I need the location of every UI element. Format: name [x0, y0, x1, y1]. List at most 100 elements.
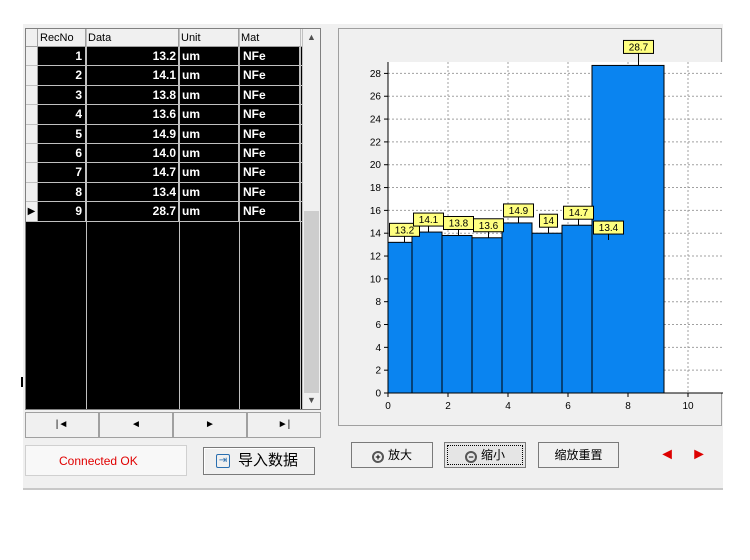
- table-row[interactable]: 5 14.9 um NFe: [26, 124, 304, 144]
- recno-cell[interactable]: 8: [38, 182, 86, 202]
- data-cell[interactable]: 13.2: [86, 47, 179, 66]
- mat-cell[interactable]: NFe: [239, 66, 300, 85]
- zoom-reset-button[interactable]: 缩放重置: [538, 442, 619, 468]
- table-row[interactable]: 4 13.6 um NFe: [26, 105, 304, 125]
- data-cell[interactable]: 13.4: [86, 182, 179, 202]
- data-cell[interactable]: 13.8: [86, 85, 179, 105]
- data-label: 28.7: [629, 42, 649, 53]
- recno-cell[interactable]: 5: [38, 124, 86, 143]
- y-tick-label: 16: [370, 206, 382, 217]
- x-tick-label: 8: [625, 401, 631, 412]
- y-tick-label: 18: [370, 183, 382, 194]
- unit-cell[interactable]: um: [179, 124, 239, 143]
- table-row[interactable]: ▶ 9 28.7 um NFe: [26, 202, 304, 222]
- prev-record-button[interactable]: ◄: [99, 412, 173, 438]
- import-data-label: 导入数据: [238, 452, 299, 469]
- red-left-arrow-icon[interactable]: ◄: [656, 445, 678, 467]
- chart-bar: [471, 237, 503, 394]
- unit-cell[interactable]: um: [179, 66, 239, 85]
- x-tick-label: 4: [505, 401, 511, 412]
- recno-cell[interactable]: 3: [38, 85, 86, 105]
- vertical-scrollbar[interactable]: ▲ ▼: [302, 29, 320, 409]
- chart-bar: [531, 232, 563, 394]
- table-row[interactable]: 2 14.1 um NFe: [26, 66, 304, 86]
- mat-cell[interactable]: NFe: [239, 105, 300, 124]
- scrollbar-thumb[interactable]: [304, 211, 319, 393]
- unit-cell[interactable]: um: [179, 47, 239, 66]
- y-tick-label: 24: [370, 115, 382, 126]
- header-recno[interactable]: RecNo: [38, 29, 86, 47]
- table-row[interactable]: 6 14.0 um NFe: [26, 143, 304, 164]
- y-tick-label: 2: [375, 366, 381, 377]
- scroll-down-icon[interactable]: ▼: [303, 392, 320, 409]
- data-label: 14.1: [419, 215, 439, 226]
- unit-cell[interactable]: um: [179, 202, 239, 221]
- zoom-out-button[interactable]: − 缩小: [444, 442, 526, 468]
- chart-bar: [441, 234, 473, 394]
- zoom-out-label: 缩小: [480, 448, 505, 462]
- data-label: 13.6: [479, 221, 499, 232]
- recno-cell[interactable]: 4: [38, 105, 86, 124]
- unit-cell[interactable]: um: [179, 143, 239, 163]
- mat-cell[interactable]: NFe: [239, 124, 300, 143]
- table-row[interactable]: 3 13.8 um NFe: [26, 85, 304, 106]
- data-cell[interactable]: 14.9: [86, 124, 179, 143]
- data-grid[interactable]: RecNo Data Unit Mat 1 13.2 um NFe 2 14.1 um NFe…: [25, 28, 321, 410]
- unit-cell[interactable]: um: [179, 85, 239, 105]
- row-indicator[interactable]: [26, 66, 38, 85]
- table-row[interactable]: 7 14.7 um NFe: [26, 163, 304, 183]
- row-indicator[interactable]: [26, 163, 38, 182]
- histogram-chart[interactable]: 024681012141618202224262802468101213.214…: [339, 29, 750, 427]
- row-indicator[interactable]: [26, 143, 38, 163]
- unit-cell[interactable]: um: [179, 105, 239, 124]
- row-indicator[interactable]: [26, 182, 38, 202]
- header-mat[interactable]: Mat: [239, 29, 304, 47]
- recno-cell[interactable]: 1: [38, 47, 86, 66]
- x-tick-label: 0: [385, 401, 391, 412]
- y-tick-label: 22: [370, 137, 382, 148]
- zoom-in-icon: +: [371, 451, 384, 463]
- recno-cell[interactable]: 6: [38, 143, 86, 163]
- first-record-button[interactable]: |◄: [25, 412, 99, 438]
- row-indicator[interactable]: [26, 47, 38, 66]
- mat-cell[interactable]: NFe: [239, 163, 300, 182]
- mat-cell[interactable]: NFe: [239, 143, 300, 163]
- y-tick-label: 20: [370, 160, 382, 171]
- header-data[interactable]: Data: [86, 29, 179, 47]
- import-icon: ⇥: [216, 454, 230, 468]
- mat-cell[interactable]: NFe: [239, 202, 300, 221]
- connection-status: Connected OK: [25, 445, 187, 476]
- row-indicator[interactable]: ▶: [26, 202, 38, 221]
- red-right-arrow-icon[interactable]: ►: [688, 445, 710, 467]
- mat-cell[interactable]: NFe: [239, 182, 300, 202]
- recno-cell[interactable]: 7: [38, 163, 86, 182]
- y-tick-label: 8: [375, 297, 381, 308]
- table-row[interactable]: 8 13.4 um NFe: [26, 182, 304, 203]
- data-cell[interactable]: 13.6: [86, 105, 179, 124]
- last-record-button[interactable]: ►|: [247, 412, 321, 438]
- data-label: 14: [543, 216, 555, 227]
- scroll-up-icon[interactable]: ▲: [303, 29, 320, 46]
- unit-cell[interactable]: um: [179, 163, 239, 182]
- mat-cell[interactable]: NFe: [239, 85, 300, 105]
- text-cursor: [21, 377, 23, 387]
- row-indicator[interactable]: [26, 105, 38, 124]
- zoom-in-button[interactable]: + 放大: [351, 442, 433, 468]
- data-cell[interactable]: 28.7: [86, 202, 179, 221]
- recno-cell[interactable]: 2: [38, 66, 86, 85]
- header-unit[interactable]: Unit: [179, 29, 239, 47]
- header-indicator: [26, 29, 38, 47]
- data-cell[interactable]: 14.7: [86, 163, 179, 182]
- y-tick-label: 28: [370, 69, 382, 80]
- table-row[interactable]: 1 13.2 um NFe: [26, 47, 304, 67]
- import-data-button[interactable]: ⇥ 导入数据: [203, 447, 315, 475]
- data-cell[interactable]: 14.1: [86, 66, 179, 85]
- unit-cell[interactable]: um: [179, 182, 239, 202]
- recno-cell[interactable]: 9: [38, 202, 86, 221]
- next-record-button[interactable]: ►: [173, 412, 247, 438]
- row-indicator[interactable]: [26, 124, 38, 143]
- data-cell[interactable]: 14.0: [86, 143, 179, 163]
- mat-cell[interactable]: NFe: [239, 47, 300, 66]
- y-tick-label: 26: [370, 92, 382, 103]
- row-indicator[interactable]: [26, 85, 38, 105]
